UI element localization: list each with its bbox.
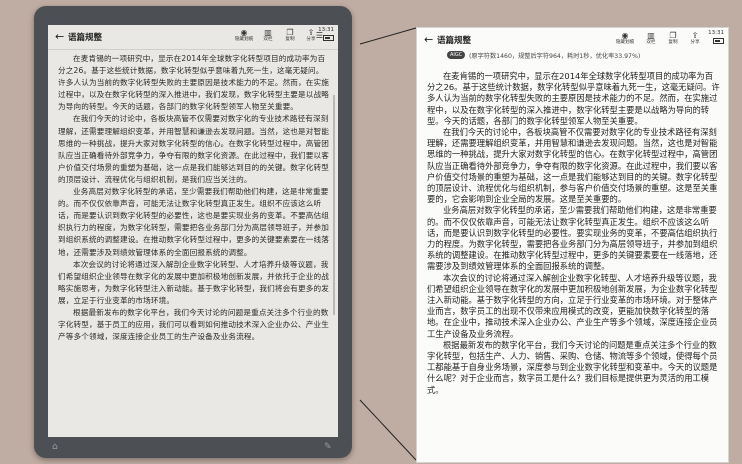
text-paragraph: 在我们今天的讨论中，各板块高管不仅需要对数字化的专业技术路径有深刻理解，还需要理… — [427, 127, 718, 205]
clock: 13:31 — [708, 30, 724, 36]
aigc-badge: AIGC — [447, 51, 466, 59]
toolbar: ← 语篇规整 ◉ 隐藏划痕 ▥ 双栏 ❐ 复制 ⇪ 分享 13:31 — [417, 28, 728, 50]
two-column-button[interactable]: ▥ 双栏 — [639, 31, 663, 46]
copy-button[interactable]: ❐ 复制 — [661, 31, 685, 46]
stats-summary: (原字符数1460，规整后字符964，耗时1秒，优化率33.97%) — [469, 53, 641, 60]
text-paragraph: 根据最新发布的数字化平台，我们今天讨论的问题是重点关注多个行业的数字化转型，包括… — [427, 339, 718, 395]
text-paragraph: 业务高层对数字化转型的承诺，至少需要我们帮助他们构建，这是非常重要的。而不仅仅依… — [427, 205, 718, 272]
columns-icon: ▥ — [647, 31, 655, 40]
share-button[interactable]: ⇪ 分享 — [683, 31, 707, 46]
eye-icon: ◉ — [621, 31, 629, 40]
battery-icon — [713, 38, 724, 44]
normalized-text: 在麦肯锡的一项研究中，显示在2014年全球数字化转型项目的成功率为百分之26。基… — [427, 71, 720, 396]
arrow-left-icon[interactable]: ← — [424, 33, 433, 46]
text-paragraph: 在麦肯锡的一项研究中，显示在2014年全球数字化转型项目的成功率为百分之26。基… — [427, 71, 720, 126]
copy-icon: ❐ — [669, 31, 677, 40]
page-title: 语篇规整 — [437, 36, 472, 46]
hide-strokes-button[interactable]: ◉ 隐藏划痕 — [613, 31, 637, 46]
text-paragraph: 本次会议的讨论将通过深入解剖企业数字化转型、人才培养升级等议题，我们希望组织企业… — [427, 272, 718, 339]
zoomed-page: ← 语篇规整 ◉ 隐藏划痕 ▥ 双栏 ❐ 复制 ⇪ 分享 13:31 AIGC … — [416, 27, 729, 463]
stats-row: AIGC (原字符数1460，规整后字符964，耗时1秒，优化率33.97%) — [417, 50, 728, 62]
share-icon: ⇪ — [691, 31, 699, 40]
